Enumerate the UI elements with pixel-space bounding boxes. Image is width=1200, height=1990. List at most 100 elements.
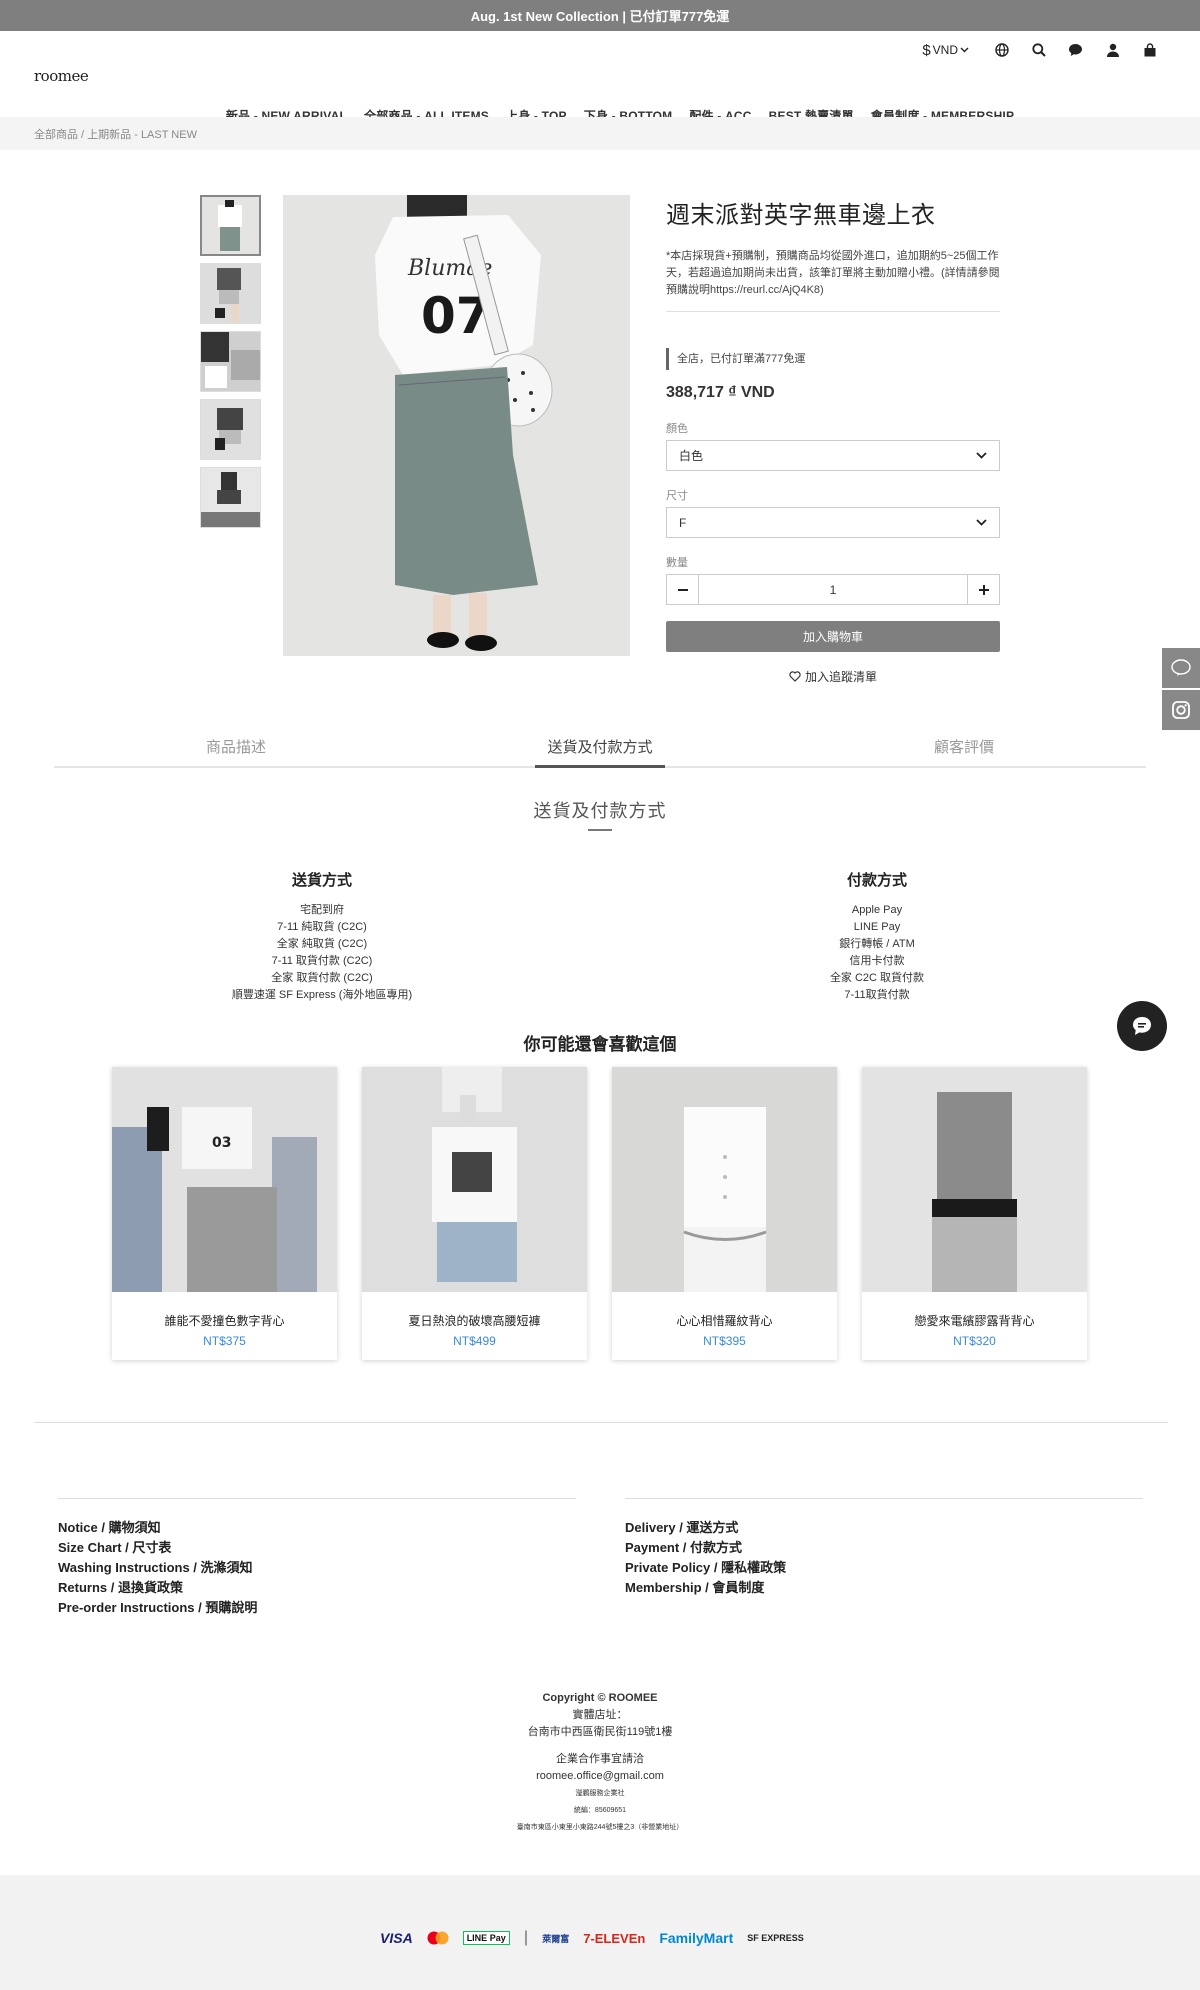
product-card[interactable]: 戀愛來電繽膠露背背心 NT$320 [862, 1067, 1087, 1360]
footer-divider [34, 1422, 1168, 1423]
announcement-text: Aug. 1st New Collection | 已付訂單777免運 [470, 9, 730, 24]
company-name: 瀅鵬服務企業社 [575, 1790, 625, 1797]
payment-methods-title: 付款方式 [846, 872, 907, 889]
payment-logos: VISA LINE Pay | 萊爾富 7-ELEVEn FamilyMart … [380, 1929, 804, 1946]
header-utilities: $ VND [922, 39, 1168, 61]
add-to-cart-button[interactable]: 加入購物車 [666, 621, 1000, 652]
thumbnail-3[interactable] [200, 331, 261, 392]
product-card-price: NT$375 [203, 1334, 246, 1348]
tab-description[interactable]: 商品描述 [54, 726, 418, 766]
sf-express-logo: SF EXPRESS [747, 1933, 804, 1943]
product-card-name: 誰能不愛撞色數字背心 [164, 1314, 285, 1328]
registered-address: 臺南市東區小東里小東路244號5樓之3（非營業地址） [516, 1824, 684, 1831]
color-select[interactable]: 白色 [666, 440, 1000, 471]
color-select-value: 白色 [679, 449, 704, 463]
visa-logo: VISA [380, 1930, 413, 1946]
line-button[interactable] [1162, 648, 1200, 688]
chevron-down-icon [976, 452, 987, 459]
product-card-image[interactable] [612, 1067, 837, 1292]
copyright: Copyright © ROOMEE [542, 1692, 658, 1704]
payment-method: 7-11取貨付款 [844, 989, 910, 1001]
instagram-icon [1172, 701, 1190, 719]
add-to-wishlist-button[interactable]: 加入追蹤清單 [666, 668, 1000, 685]
shipping-method: 7-11 取貨付款 (C2C) [271, 955, 373, 967]
search-button[interactable] [1020, 39, 1057, 61]
related-heading: 你可能還會喜歡這個 [523, 1035, 677, 1054]
heart-icon [789, 671, 801, 682]
product-card-image[interactable] [862, 1067, 1087, 1292]
footer-link-delivery[interactable]: Delivery / 運送方式 [625, 1518, 786, 1538]
promo-banner: 全店，已付訂單滿777免運 [666, 348, 1000, 370]
store-address: 台南市中西區衛民街119號1樓 [527, 1726, 673, 1738]
product-title: 週末派對英字無車邊上衣 [666, 202, 936, 229]
account-button[interactable] [1094, 39, 1131, 61]
product-card[interactable]: 03 誰能不愛撞色數字背心 NT$375 [112, 1067, 337, 1360]
thumbnail-4[interactable] [200, 399, 261, 460]
product-card-image[interactable] [362, 1067, 587, 1292]
breadcrumb: 全部商品 / 上期新品 - LAST NEW [0, 117, 1200, 150]
product-card-name: 夏日熱浪的破壞高腰短褲 [408, 1314, 541, 1328]
plus-icon [978, 584, 989, 595]
footer-divider-left [58, 1498, 576, 1499]
footer-link-preorder[interactable]: Pre-order Instructions / 預購說明 [58, 1598, 257, 1618]
product-card-price: NT$499 [453, 1334, 496, 1348]
hilife-logo: 萊爾富 [542, 1933, 570, 1944]
footer-link-membership[interactable]: Membership / 會員制度 [625, 1578, 786, 1598]
shipping-method: 順豐速運 SF Express (海外地區專用) [231, 989, 413, 1001]
tab-reviews[interactable]: 顧客評價 [782, 726, 1146, 766]
cart-button[interactable] [1131, 39, 1168, 61]
footer-link-notice[interactable]: Notice / 購物須知 [58, 1518, 257, 1538]
product-card[interactable]: 夏日熱浪的破壞高腰短褲 NT$499 [362, 1067, 587, 1360]
footer-link-privacy[interactable]: Private Policy / 隱私權政策 [625, 1558, 786, 1578]
size-select[interactable]: F [666, 507, 1000, 538]
quantity-stepper: 1 [666, 574, 1000, 605]
footer-links-left: Notice / 購物須知 Size Chart / 尺寸表 Washing I… [58, 1518, 257, 1618]
product-card-price: NT$395 [703, 1334, 746, 1348]
search-icon [1031, 43, 1046, 57]
product-main-image[interactable]: Blumae 07 [283, 195, 630, 656]
breadcrumb-text[interactable]: 全部商品 / 上期新品 - LAST NEW [34, 126, 197, 142]
quantity-decrease-button[interactable] [667, 575, 698, 604]
footer-link-payment[interactable]: Payment / 付款方式 [625, 1538, 786, 1558]
instagram-button[interactable] [1162, 690, 1200, 730]
heading-divider [588, 829, 612, 831]
chevron-down-icon [960, 47, 969, 53]
messages-button[interactable] [1057, 39, 1094, 61]
thumbnail-5[interactable] [200, 467, 261, 528]
footer-link-washing[interactable]: Washing Instructions / 洗滌須知 [58, 1558, 257, 1578]
product-card-name: 心心相惜羅紋背心 [676, 1314, 773, 1328]
language-button[interactable] [983, 39, 1020, 61]
currency-symbol: $ [922, 41, 931, 59]
social-sidebar [1162, 648, 1200, 732]
globe-icon [994, 43, 1009, 57]
thumbnail-2[interactable] [200, 263, 261, 324]
shipping-method: 7-11 純取貨 (C2C) [277, 921, 367, 933]
product-description: *本店採現貨+預購制，預購商品均從國外進口，追加期約5~25個工作天，若超過追加… [666, 248, 1000, 312]
shipping-section-heading: 送貨及付款方式 [533, 801, 667, 821]
payment-method: 信用卡付款 [849, 955, 905, 967]
quantity-label: 數量 [666, 557, 688, 569]
footer-divider-right [625, 1498, 1143, 1499]
footer-link-size-chart[interactable]: Size Chart / 尺寸表 [58, 1538, 257, 1558]
svg-text:03: 03 [212, 1135, 231, 1151]
footer-link-returns[interactable]: Returns / 退換貨政策 [58, 1578, 257, 1598]
quantity-increase-button[interactable] [968, 575, 999, 604]
product-card[interactable]: 心心相惜羅紋背心 NT$395 [612, 1067, 837, 1360]
chat-button[interactable] [1117, 1001, 1167, 1051]
size-label: 尺寸 [666, 490, 688, 502]
currency-selector[interactable]: $ VND [922, 39, 983, 61]
product-price: 388,717 ₫ VND [666, 384, 775, 401]
product-card-price: NT$320 [953, 1334, 996, 1348]
contact-email[interactable]: roomee.office@gmail.com [0, 1768, 1200, 1785]
quantity-input[interactable]: 1 [698, 575, 968, 604]
tab-shipping-payment[interactable]: 送貨及付款方式 [418, 726, 782, 766]
user-icon [1106, 43, 1119, 57]
familymart-logo: FamilyMart [659, 1930, 734, 1946]
chat-icon [1133, 1017, 1151, 1035]
chat-bubble-icon [1069, 44, 1082, 56]
product-card-image[interactable]: 03 [112, 1067, 337, 1292]
brand-logo[interactable]: roomee [34, 67, 89, 85]
thumbnail-1[interactable] [200, 195, 261, 256]
product-tabs: 商品描述 送貨及付款方式 顧客評價 [54, 726, 1146, 768]
payment-method: 全家 C2C 取貨付款 [829, 972, 925, 984]
